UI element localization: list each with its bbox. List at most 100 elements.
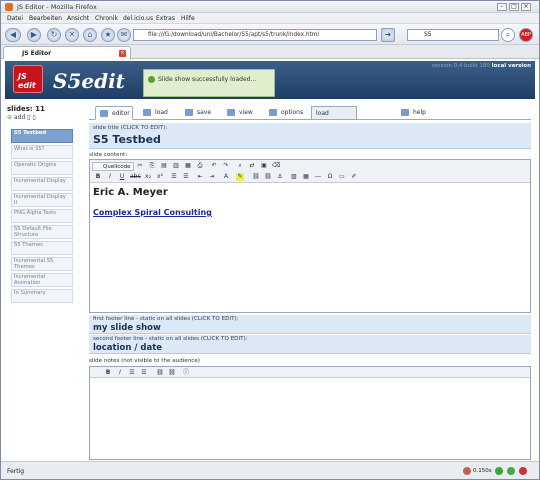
text-color-icon[interactable]: A [222,173,230,181]
header-banner: JS edit S5edit Slide show successfully l… [5,61,535,99]
footer2-field[interactable]: second footer line - static on all slide… [89,335,531,354]
rule-icon[interactable]: ― [314,173,322,181]
slide-item[interactable]: S5 Themes [11,241,73,255]
paste-icon[interactable]: ▤ [160,162,168,170]
maximize-button[interactable]: □ [509,3,519,11]
select-all-icon[interactable]: ▣ [260,162,268,170]
adblock-icon[interactable]: ABP [519,28,533,42]
ok-icon[interactable] [507,467,515,475]
outdent-icon[interactable]: ⇤ [196,173,204,181]
tab-editor[interactable]: editor [95,106,133,120]
browser-window: JS Editor - Mozilla Firefox – □ × Datei … [0,0,540,480]
undo-icon[interactable]: ↶ [210,162,218,170]
highlight-icon[interactable]: ✎ [236,173,244,181]
slide-item[interactable]: Incremental Display II [11,193,73,207]
tab-options[interactable]: options [265,106,305,120]
menu-ansicht[interactable]: Ansicht [67,15,89,22]
menu-delicious[interactable]: del.icio.us [123,15,153,22]
notes-link-icon[interactable]: ⛓ [156,369,164,377]
paste-text-icon[interactable]: ▥ [172,162,180,170]
back-button[interactable]: ◀ [5,28,21,42]
close-button[interactable]: × [521,3,531,11]
search-icon[interactable]: ⌕ [501,28,515,42]
page-break-icon[interactable]: ▭ [338,173,346,181]
slide-item[interactable]: In Summary [11,289,73,303]
slide-item[interactable]: Operatic Origins [11,161,73,175]
home-button[interactable]: ⌂ [83,28,97,42]
bookmark-icon[interactable]: ★ [101,28,115,42]
mail-icon[interactable]: ✉ [117,28,131,42]
firebug-icon[interactable] [463,467,471,475]
slide-item[interactable]: Incremental Animation [11,273,73,287]
brand-title: S5edit [53,69,125,93]
numbered-list-icon[interactable]: ☰ [170,173,178,181]
browser-tab-js-editor[interactable]: JS Editor × [3,46,131,59]
paste-word-icon[interactable]: ▦ [184,162,192,170]
indent-icon[interactable]: ⇥ [208,173,216,181]
menu-chronik[interactable]: Chronik [95,15,118,22]
minimize-button[interactable]: – [497,3,507,11]
print-icon[interactable]: ⎙ [196,162,204,170]
tab-save[interactable]: save [181,106,217,120]
bold-icon[interactable]: B [94,173,102,181]
slide-title-field[interactable]: slide title (CLICK TO EDIT): S5 Testbed [89,123,531,149]
copy-icon[interactable]: ⎘ [148,162,156,170]
find-icon[interactable]: ⌕ [236,162,244,170]
subscript-icon[interactable]: x₂ [144,173,152,181]
notes-italic-icon[interactable]: I [116,369,124,377]
close-tab-icon[interactable]: × [119,50,126,57]
search-value: S5 [424,31,432,38]
menu-extras[interactable]: Extras [156,15,175,22]
notes-about-icon[interactable]: ⓘ [182,369,190,377]
slide-item[interactable]: Incremental Display [11,177,73,191]
slide-item[interactable]: S5 Default File Structure [11,225,73,239]
notes-numbered-list-icon[interactable]: ☰ [128,369,136,377]
menu-bearbeiten[interactable]: Bearbeiten [29,15,62,22]
eraser-icon[interactable]: ✐ [350,173,358,181]
bullet-list-icon[interactable]: ☰ [182,173,190,181]
go-button[interactable]: ➜ [381,28,395,42]
source-button[interactable]: Quellcode [92,162,134,171]
italic-icon[interactable]: I [106,173,114,181]
stop-button[interactable]: ✕ [65,28,79,42]
search-input[interactable]: S5 [407,29,499,41]
notes-unlink-icon[interactable]: ⛓ [168,369,176,377]
replace-icon[interactable]: ⇄ [248,162,256,170]
redo-icon[interactable]: ↷ [222,162,230,170]
forward-button[interactable]: ▶ [27,28,41,42]
strike-icon[interactable]: abc [130,173,141,181]
underline-icon[interactable]: U [118,173,126,181]
special-char-icon[interactable]: Ω [326,173,334,181]
content-editor[interactable]: Quellcode ✂ ⎘ ▤ ▥ ▦ ⎙ ↶ ↷ ⌕ ⇄ ▣ ⌫ B I U … [89,159,531,313]
tab-load[interactable]: load [139,106,175,120]
editor-toolbar: Quellcode ✂ ⎘ ▤ ▥ ▦ ⎙ ↶ ↷ ⌕ ⇄ ▣ ⌫ B I U … [90,160,530,183]
footer1-field[interactable]: first footer line - static on all slides… [89,315,531,334]
unlink-icon[interactable]: ⛓ [264,173,272,181]
image-icon[interactable]: ▧ [290,173,298,181]
slide-item[interactable]: What is S5? [11,145,73,159]
url-bar[interactable]: file:///G:/download/uni/Bachelor/S5/apt/… [133,29,377,41]
menu-hilfe[interactable]: Hilfe [181,15,195,22]
slide-item[interactable]: S5 Testbed [11,129,73,143]
table-icon[interactable]: ▦ [302,173,310,181]
notes-bullet-list-icon[interactable]: ☰ [140,369,148,377]
link-icon[interactable]: ⛓ [252,173,260,181]
cut-icon[interactable]: ✂ [136,162,144,170]
menu-datei[interactable]: Datei [7,15,23,22]
anchor-icon[interactable]: ⚓ [276,173,284,181]
notes-label: slide notes (not visible to the audience… [89,358,200,364]
superscript-icon[interactable]: x² [156,173,164,181]
tab-view[interactable]: view [223,106,259,120]
notes-bold-icon[interactable]: B [104,369,112,377]
reload-button[interactable]: ↻ [47,28,61,42]
content-link[interactable]: Complex Spiral Consulting [93,208,212,217]
tab-help[interactable]: help [397,106,433,120]
tab-load-example[interactable]: load example [311,106,357,130]
check-icon[interactable] [495,467,503,475]
notes-editor[interactable]: B I ☰ ☰ ⛓ ⛓ ⓘ [89,366,531,460]
add-slide-button[interactable]: ⊕ add ▯ ▯ [7,114,36,121]
slide-item[interactable]: Incremental S5 Themes [11,257,73,271]
blocked-icon[interactable] [519,467,527,475]
slide-item[interactable]: PNG Alpha Tests [11,209,73,223]
remove-format-icon[interactable]: ⌫ [272,162,280,170]
